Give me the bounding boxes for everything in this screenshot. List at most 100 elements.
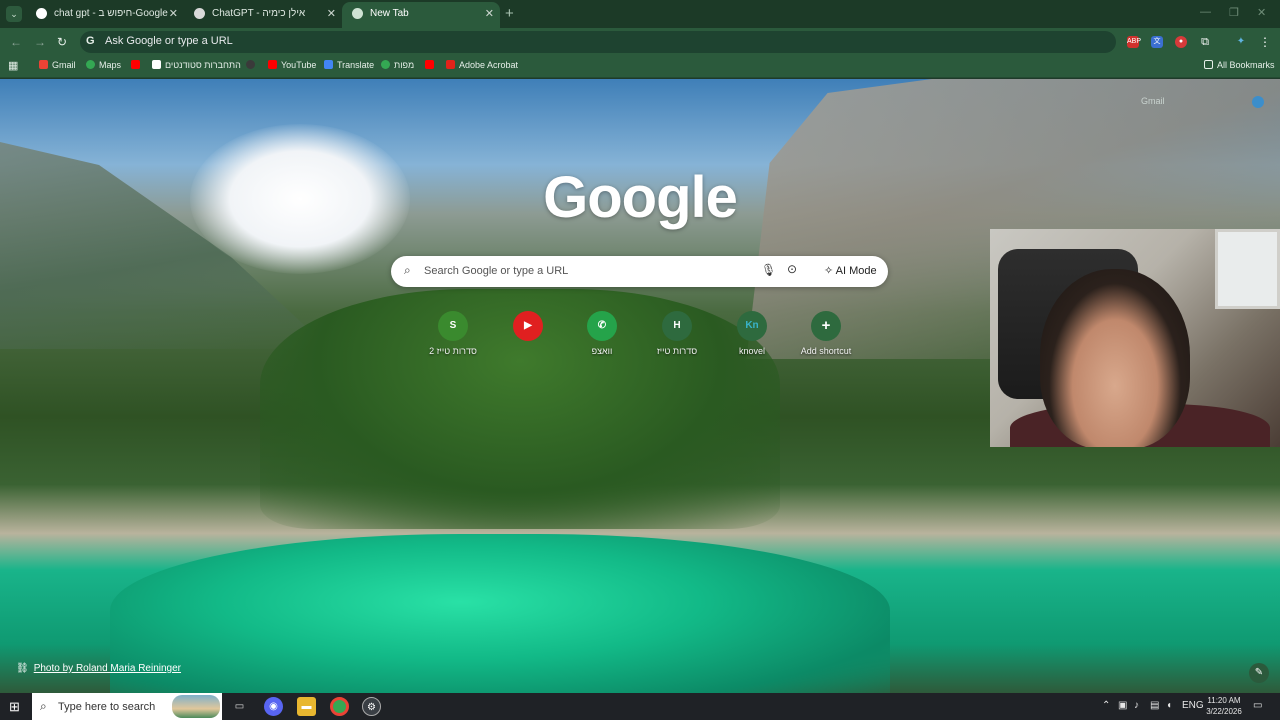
tab-chatgpt[interactable]: ChatGPT - אילן כימיה ✕ [184, 2, 342, 28]
menu-kebab-icon[interactable]: ⋮ [1259, 36, 1271, 48]
maps-pin-icon [381, 60, 390, 69]
ai-mode-button[interactable]: ✧ AI Mode [816, 260, 885, 283]
adblock-extension-icon[interactable]: ABP [1127, 36, 1141, 48]
notion-icon [152, 60, 161, 69]
close-tab-icon[interactable]: ✕ [169, 2, 178, 26]
microphone-icon[interactable]: 🎙︎ [761, 263, 776, 277]
translate-extension-icon[interactable]: 文 [1151, 36, 1163, 48]
bookmark-label: התחברות סטודנטים [165, 60, 241, 70]
extensions-puzzle-icon[interactable]: ⧉ [1199, 36, 1211, 48]
bookmark-label: Translate [337, 60, 375, 70]
tab-search-button[interactable]: ⌄ [6, 6, 22, 22]
shortcut-add[interactable]: + Add shortcut [791, 311, 861, 356]
shortcut-series-2[interactable]: S סדרות טייז 2 [418, 311, 488, 356]
bookmark-label: Adobe Acrobat [459, 60, 519, 70]
customize-pencil-icon[interactable]: ✎ [1249, 663, 1269, 683]
bookmarks-bar: ▦ Gmail Maps התחברות סטודנטים YouTube Tr… [0, 56, 1280, 78]
bookmark-label: All Bookmarks [1217, 60, 1275, 70]
record-extension-icon[interactable]: ● [1175, 36, 1187, 48]
shortcut-label: Add shortcut [800, 346, 852, 356]
restore-icon[interactable]: ❐ [1229, 6, 1239, 19]
chatgpt-favicon-icon [194, 8, 205, 19]
bookmark-unnamed[interactable] [246, 60, 259, 70]
file-explorer-icon[interactable]: ▬ [297, 697, 316, 716]
google-lens-icon[interactable]: ⊙ [787, 262, 797, 276]
clock-time: 11:20 AM [1207, 696, 1241, 705]
all-bookmarks[interactable]: All Bookmarks [1204, 60, 1275, 70]
close-window-icon[interactable]: ✕ [1257, 6, 1266, 19]
settings-gear-icon[interactable]: ⚙ [362, 697, 381, 716]
shortcut-label: knovel [738, 346, 765, 356]
shortcut-icon: ▶ [513, 311, 543, 341]
ai-mode-icon: ✧ [824, 265, 836, 277]
bookmark-youtube-2[interactable] [425, 60, 438, 70]
shortcut-youtube[interactable]: ▶ [493, 311, 563, 346]
volume-icon[interactable]: ◖ [1166, 700, 1172, 711]
bookmark-youtube-1[interactable] [131, 60, 144, 70]
youtube-icon [268, 60, 277, 69]
search-placeholder: Search Google or type a URL [424, 265, 569, 277]
discord-icon[interactable]: ◉ [264, 697, 283, 716]
bookmark-gmail[interactable]: Gmail [39, 60, 76, 70]
google-favicon-icon [36, 8, 47, 19]
new-tab-button[interactable]: + [505, 5, 514, 22]
reload-icon[interactable]: ↻ [57, 35, 67, 49]
back-icon[interactable]: ← [10, 35, 22, 49]
tab-title: chat gpt - חיפוש ב-Google [54, 8, 168, 19]
shortcut-series[interactable]: H סדרות טייז [642, 311, 712, 356]
address-bar[interactable]: G Ask Google or type a URL [80, 31, 1116, 53]
clock-date: 3/22/2026 [1206, 707, 1242, 716]
bookmark-label: Gmail [52, 60, 76, 70]
network-icon[interactable]: ▤ [1150, 700, 1159, 711]
webcam-background-window [1215, 229, 1280, 309]
taskbar-search-box[interactable]: ⌕ Type here to search [32, 693, 222, 720]
photo-credit-link[interactable]: ⛓ Photo by Roland Maria Reininger [16, 663, 181, 674]
microphone-icon[interactable]: ♪ [1134, 700, 1139, 711]
add-shortcut-icon: + [811, 311, 841, 341]
background-lake [110, 534, 890, 693]
shortcut-label: סדרות טייז [656, 346, 698, 356]
forward-icon[interactable]: → [34, 35, 46, 49]
bookmark-maps[interactable]: Maps [86, 60, 121, 70]
close-tab-icon[interactable]: ✕ [485, 2, 494, 26]
chrome-icon[interactable] [330, 697, 349, 716]
bookmark-youtube[interactable]: YouTube [268, 60, 316, 70]
google-logo: Google [543, 165, 738, 230]
taskbar-search-text: Type here to search [58, 701, 156, 713]
shortcut-whatsapp[interactable]: ✆ וואצפ [567, 311, 637, 356]
apps-grid-icon[interactable]: ▦ [8, 59, 18, 72]
site-icon [246, 60, 255, 69]
shortcut-icon: ✆ [587, 311, 617, 341]
tab-google-search[interactable]: chat gpt - חיפוש ב-Google ✕ [26, 2, 184, 28]
shortcut-icon: S [438, 311, 468, 341]
bookmark-label: מפות [394, 60, 415, 70]
system-clock[interactable]: 11:20 AM 3/22/2026 [1200, 695, 1248, 717]
bookmark-maps-hebrew[interactable]: מפות [381, 60, 414, 70]
minimize-icon[interactable]: — [1200, 6, 1211, 18]
bookmark-translate[interactable]: Translate [324, 60, 374, 70]
gmail-link[interactable]: Gmail [1141, 96, 1165, 106]
taskbar: ⊞ ⌕ Type here to search ▭ ◉ ▬ ⚙ ⌃ ▣ ♪ ▤ … [0, 693, 1280, 720]
shortcut-label: סדרות טייז 2 [429, 346, 477, 356]
account-avatar[interactable] [1252, 96, 1264, 108]
youtube-icon [131, 60, 140, 69]
close-tab-icon[interactable]: ✕ [327, 2, 336, 26]
task-view-icon[interactable]: ▭ [230, 697, 249, 716]
bookmark-label: YouTube [281, 60, 317, 70]
tray-chevron-up-icon[interactable]: ⌃ [1102, 700, 1110, 711]
bookmark-student-login[interactable]: התחברות סטודנטים [152, 60, 241, 70]
tab-new-tab[interactable]: New Tab ✕ [342, 2, 500, 28]
maps-pin-icon [86, 60, 95, 69]
notification-icon[interactable]: ▭ [1253, 700, 1262, 711]
ai-mode-label: AI Mode [835, 265, 877, 277]
search-highlight-thumbnail [172, 695, 220, 718]
search-icon: ⌕ [40, 699, 47, 713]
shortcut-knovel[interactable]: Kn knovel [717, 311, 787, 356]
ntp-search-box[interactable]: ⌕ Search Google or type a URL 🎙︎ ⊙ ✧ AI … [391, 256, 888, 287]
windows-start-icon[interactable]: ⊞ [9, 699, 20, 715]
gmail-icon [39, 60, 48, 69]
bookmark-adobe-acrobat[interactable]: Adobe Acrobat [446, 60, 518, 70]
tray-app-icon[interactable]: ▣ [1118, 700, 1127, 711]
profile-icon[interactable]: ✦ [1235, 36, 1247, 48]
shortcut-icon: Kn [737, 311, 767, 341]
